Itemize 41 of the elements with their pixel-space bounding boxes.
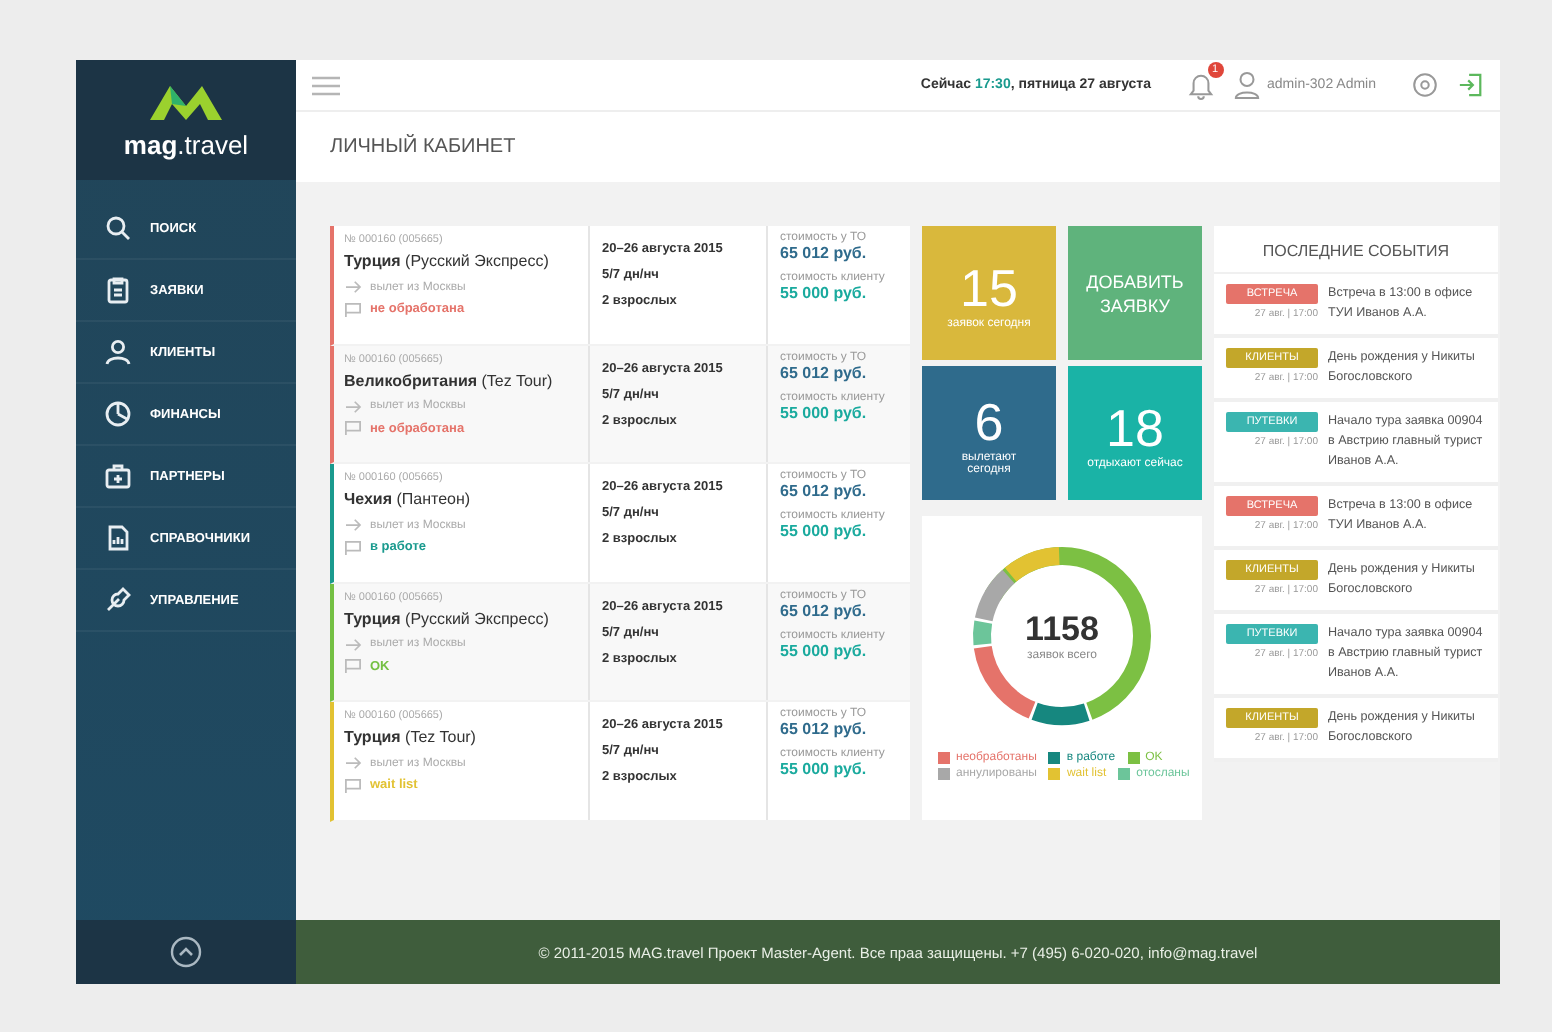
flag-icon	[344, 539, 362, 556]
stat-value: 15	[960, 257, 1018, 317]
action-label: ДОБАВИТЬ ЗАЯВКУ	[1084, 269, 1186, 317]
menu-icon[interactable]	[312, 75, 340, 95]
search-icon	[104, 214, 132, 242]
client-price: 55 000 руб.	[780, 641, 869, 660]
flag-icon	[344, 420, 362, 437]
operator-price: 65 012 руб.	[780, 482, 869, 501]
client-price: 55 000 руб.	[780, 760, 869, 779]
operator-price: 65 012 руб.	[780, 363, 869, 382]
user-icon	[1233, 70, 1260, 100]
pie-icon	[104, 400, 132, 428]
tour-title: Турция (Tez Tour)	[344, 728, 478, 747]
client-price: 55 000 руб.	[780, 403, 869, 422]
total-count: 1158	[1025, 610, 1099, 650]
tour-title: Турция (Русский Экспресс)	[344, 609, 551, 628]
flag-icon	[344, 777, 362, 794]
person-icon	[104, 338, 132, 366]
briefcase-icon	[104, 462, 132, 490]
brand-name: mag.travel	[123, 130, 249, 160]
bell-icon[interactable]	[1187, 70, 1214, 100]
document-icon	[104, 524, 132, 552]
scroll-up-icon[interactable]	[170, 936, 202, 968]
operator-price: 65 012 руб.	[780, 244, 869, 262]
flag-icon	[344, 301, 362, 317]
tour-title: Чехия (Пантеон)	[344, 490, 473, 509]
settings-icon[interactable]	[1412, 72, 1438, 98]
client-price: 55 000 руб.	[780, 284, 869, 302]
clipboard-icon	[104, 276, 132, 304]
flag-icon	[344, 658, 362, 675]
tour-title: Великобритания (Tez Tour)	[344, 371, 555, 390]
tour-title: Турция (Русский Экспресс)	[344, 252, 551, 270]
operator-price: 65 012 руб.	[780, 601, 869, 620]
operator-price: 65 012 руб.	[780, 720, 869, 739]
stat-value: 18	[1106, 397, 1164, 457]
stat-value: 6	[974, 391, 1004, 451]
page-title: ЛИЧНЫЙ КАБИНЕТ	[330, 136, 516, 158]
client-price: 55 000 руб.	[780, 522, 869, 541]
events-title: ПОСЛЕДНИЕ СОБЫТИЯ	[1214, 226, 1498, 274]
logout-icon[interactable]	[1458, 72, 1484, 98]
wrench-icon	[104, 586, 132, 614]
